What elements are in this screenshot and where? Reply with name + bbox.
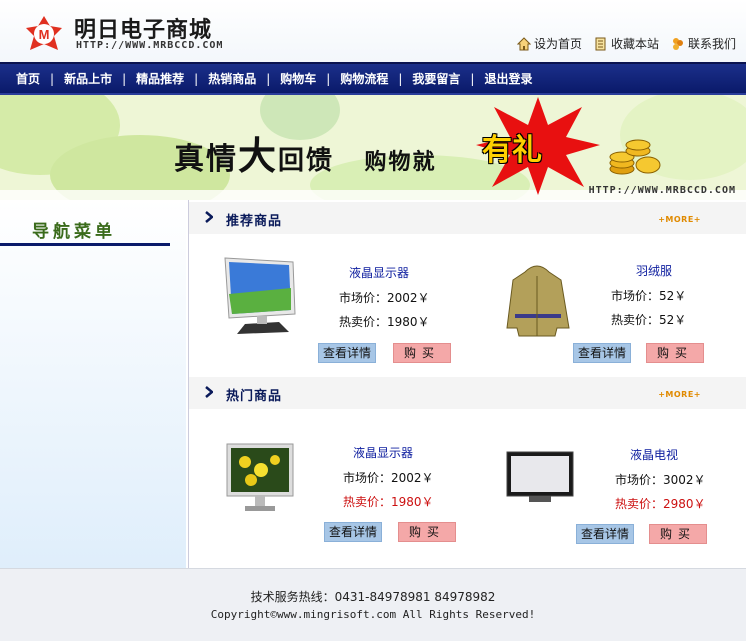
sale-price-label: 热卖价： xyxy=(611,313,660,327)
lcd-tv-image[interactable] xyxy=(505,446,595,536)
site-footer: 技术服务热线：0431-84978981 84978982 Copyright©… xyxy=(0,568,746,641)
nav-bestsellers[interactable]: 热销商品 xyxy=(198,70,266,87)
market-price-value: 52￥ xyxy=(659,289,687,303)
sale-price: 热卖价：2980￥ xyxy=(615,495,706,512)
market-price-value: 2002￥ xyxy=(387,291,430,305)
promo-banner: 真情大回馈 购物就 有礼 HTTP://WWW.MRBCCD.COM xyxy=(0,95,746,200)
product-card: 羽绒服 市场价：52￥ 热卖价：52￥ 查看详情 购买 xyxy=(499,252,739,363)
sidebar-divider xyxy=(0,243,170,246)
market-price-value: 2002￥ xyxy=(391,471,434,485)
chevron-right-icon xyxy=(205,211,213,223)
top-links: 设为首页 收藏本站 联系我们 xyxy=(516,35,736,52)
product-name[interactable]: 液晶显示器 xyxy=(324,264,434,281)
service-hotline: 技术服务热线：0431-84978981 84978982 xyxy=(250,590,496,604)
market-price-label: 市场价： xyxy=(343,471,392,485)
product-card: 液晶显示器 市场价：2002￥ 热卖价：1980￥ 查看详情 购买 xyxy=(223,432,463,542)
banner-url: HTTP://WWW.MRBCCD.COM xyxy=(588,185,736,196)
nav-recommended[interactable]: 精品推荐 xyxy=(126,70,194,87)
market-price-label: 市场价： xyxy=(611,289,660,303)
contact-link[interactable]: 联系我们 xyxy=(671,35,736,52)
recommended-more-link[interactable]: +MORE+ xyxy=(658,215,701,224)
market-price: 市场价：2002￥ xyxy=(339,289,430,306)
banner-text-3: 回馈 xyxy=(278,146,335,176)
site-header: M 明日电子商城 HTTP://WWW.MRBCCD.COM 设为首页 收藏本站… xyxy=(0,0,746,62)
nav-shopping-process[interactable]: 购物流程 xyxy=(330,70,398,87)
main-content: 推荐商品 +MORE+ 液晶显示器 市场价：2002￥ 热卖价：1980￥ 查看… xyxy=(188,200,746,568)
sale-price: 热卖价：1980￥ xyxy=(343,493,434,510)
nav-new-arrivals[interactable]: 新品上市 xyxy=(54,70,122,87)
lcd-monitor-image[interactable] xyxy=(223,440,313,530)
banner-highlight: 有礼 xyxy=(482,133,542,168)
set-homepage-label: 设为首页 xyxy=(533,37,582,51)
lcd-monitor-image[interactable] xyxy=(219,252,309,342)
sale-price-value: 2980￥ xyxy=(663,497,706,511)
hot-more-link[interactable]: +MORE+ xyxy=(658,390,701,399)
sidebar: 导航菜单 xyxy=(0,200,186,568)
sale-price-value: 52￥ xyxy=(659,313,687,327)
bookmark-link[interactable]: 收藏本站 xyxy=(594,35,659,52)
buy-button[interactable]: 购买 xyxy=(393,343,451,363)
gold-coins-icon xyxy=(609,139,661,175)
main-nav: 首页 | 新品上市 | 精品推荐 | 热销商品 | 购物车 | 购物流程 | 我… xyxy=(0,62,746,95)
svg-text:M: M xyxy=(39,27,50,42)
view-details-button[interactable]: 查看详情 xyxy=(318,343,376,363)
view-details-button[interactable]: 查看详情 xyxy=(576,524,634,544)
sale-price-label: 热卖价： xyxy=(343,495,392,509)
buy-button[interactable]: 购买 xyxy=(649,524,707,544)
sale-price-value: 1980￥ xyxy=(391,495,434,509)
sale-price: 热卖价：52￥ xyxy=(611,311,686,328)
sale-price-label: 热卖价： xyxy=(339,315,388,329)
market-price: 市场价：3002￥ xyxy=(615,471,706,488)
banner-text-2: 大 xyxy=(238,133,279,178)
sale-price-value: 1980￥ xyxy=(387,315,430,329)
brand-logo-icon[interactable]: M xyxy=(24,14,64,54)
buy-button[interactable]: 购买 xyxy=(646,343,704,363)
product-card: 液晶电视 市场价：3002￥ 热卖价：2980￥ 查看详情 购买 xyxy=(499,432,739,544)
banner-text-4: 购物就 xyxy=(364,149,437,175)
buy-button[interactable]: 购买 xyxy=(398,522,456,542)
hot-title: 热门商品 xyxy=(226,389,283,404)
banner-slogan: 真情大回馈 购物就 xyxy=(174,125,437,180)
sidebar-title: 导航菜单 xyxy=(32,222,116,242)
nav-leave-message[interactable]: 我要留言 xyxy=(402,70,470,87)
recommended-title: 推荐商品 xyxy=(226,214,283,229)
market-price: 市场价：2002￥ xyxy=(343,469,434,486)
nav-home[interactable]: 首页 xyxy=(6,70,50,87)
brand-url: HTTP://WWW.MRBCCD.COM xyxy=(76,40,224,51)
home-icon xyxy=(516,36,531,50)
product-name[interactable]: 液晶显示器 xyxy=(328,444,438,461)
bookmark-label: 收藏本站 xyxy=(610,37,659,51)
recommended-header: 推荐商品 +MORE+ xyxy=(189,202,746,234)
product-card: 液晶显示器 市场价：2002￥ 热卖价：1980￥ 查看详情 购买 xyxy=(219,252,459,363)
view-details-button[interactable]: 查看详情 xyxy=(573,343,631,363)
chevron-right-icon xyxy=(205,386,213,398)
hot-header: 热门商品 +MORE+ xyxy=(189,377,746,409)
set-homepage-link[interactable]: 设为首页 xyxy=(516,35,582,52)
product-name[interactable]: 羽绒服 xyxy=(599,262,709,279)
banner-text-1: 真情 xyxy=(174,142,238,177)
market-price-label: 市场价： xyxy=(615,473,664,487)
market-price-label: 市场价： xyxy=(339,291,388,305)
market-price: 市场价：52￥ xyxy=(611,287,686,304)
sale-price-label: 热卖价： xyxy=(615,497,664,511)
nav-cart[interactable]: 购物车 xyxy=(270,70,326,87)
down-jacket-image[interactable] xyxy=(503,258,593,348)
nav-logout[interactable]: 退出登录 xyxy=(474,70,542,87)
market-price-value: 3002￥ xyxy=(663,473,706,487)
contact-icon xyxy=(672,37,683,50)
contact-label: 联系我们 xyxy=(687,37,736,51)
bookmark-icon xyxy=(595,37,606,50)
sale-price: 热卖价：1980￥ xyxy=(339,313,430,330)
product-name[interactable]: 液晶电视 xyxy=(599,446,709,463)
view-details-button[interactable]: 查看详情 xyxy=(324,522,382,542)
copyright-text: Copyright©www.mingrisoft.com All Rights … xyxy=(210,608,536,621)
